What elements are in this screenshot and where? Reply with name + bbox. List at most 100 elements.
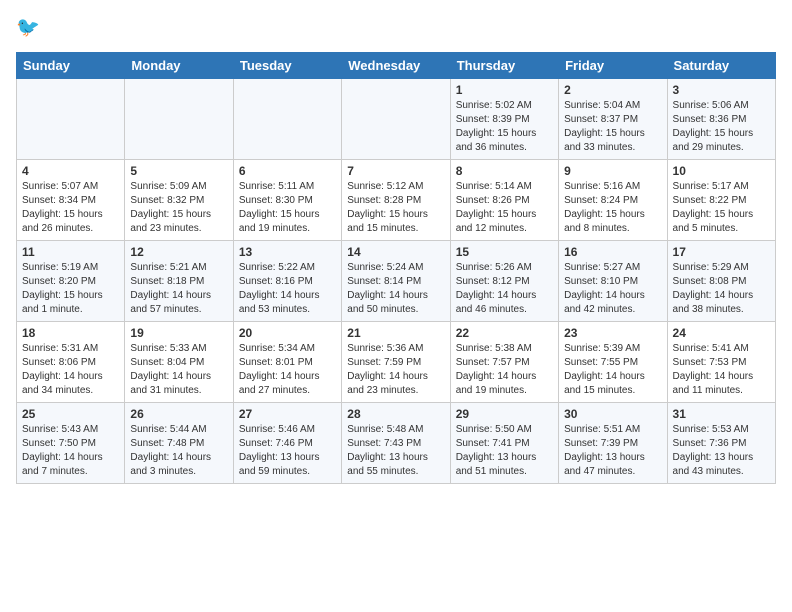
calendar-cell: 9 Sunrise: 5:16 AM Sunset: 8:24 PM Daylig… — [559, 160, 667, 241]
column-header-saturday: Saturday — [667, 53, 775, 79]
day-number: 13 — [239, 245, 336, 259]
calendar-cell — [17, 79, 125, 160]
day-number: 1 — [456, 83, 553, 97]
calendar-cell: 25 Sunrise: 5:43 AM Sunset: 7:50 PM Dayli… — [17, 403, 125, 484]
day-info: Sunrise: 5:26 AM Sunset: 8:12 PM Dayligh… — [456, 261, 553, 317]
calendar-cell: 21 Sunrise: 5:36 AM Sunset: 7:59 PM Dayli… — [342, 322, 450, 403]
day-info: Sunrise: 5:36 AM Sunset: 7:59 PM Dayligh… — [347, 342, 444, 398]
calendar-week-row: 25 Sunrise: 5:43 AM Sunset: 7:50 PM Dayli… — [17, 403, 776, 484]
page-header: 🐦 — [16, 16, 776, 44]
day-number: 15 — [456, 245, 553, 259]
day-info: Sunrise: 5:43 AM Sunset: 7:50 PM Dayligh… — [22, 423, 119, 479]
day-number: 24 — [673, 326, 770, 340]
calendar-week-row: 4 Sunrise: 5:07 AM Sunset: 8:34 PM Daylig… — [17, 160, 776, 241]
calendar-table: SundayMondayTuesdayWednesdayThursdayFrid… — [16, 52, 776, 484]
day-info: Sunrise: 5:07 AM Sunset: 8:34 PM Dayligh… — [22, 180, 119, 236]
day-info: Sunrise: 5:34 AM Sunset: 8:01 PM Dayligh… — [239, 342, 336, 398]
calendar-cell — [125, 79, 233, 160]
day-info: Sunrise: 5:53 AM Sunset: 7:36 PM Dayligh… — [673, 423, 770, 479]
calendar-cell: 6 Sunrise: 5:11 AM Sunset: 8:30 PM Daylig… — [233, 160, 341, 241]
calendar-cell: 14Sunrise: 5:24 AM Sunset: 8:14 PM Dayli… — [342, 241, 450, 322]
calendar-cell: 17Sunrise: 5:29 AM Sunset: 8:08 PM Dayli… — [667, 241, 775, 322]
calendar-cell — [233, 79, 341, 160]
calendar-cell: 22 Sunrise: 5:38 AM Sunset: 7:57 PM Dayli… — [450, 322, 558, 403]
day-info: Sunrise: 5:50 AM Sunset: 7:41 PM Dayligh… — [456, 423, 553, 479]
day-info: Sunrise: 5:17 AM Sunset: 8:22 PM Dayligh… — [673, 180, 770, 236]
day-number: 5 — [130, 164, 227, 178]
day-info: Sunrise: 5:06 AM Sunset: 8:36 PM Dayligh… — [673, 99, 770, 155]
day-info: Sunrise: 5:16 AM Sunset: 8:24 PM Dayligh… — [564, 180, 661, 236]
day-number: 31 — [673, 407, 770, 421]
calendar-cell: 18Sunrise: 5:31 AM Sunset: 8:06 PM Dayli… — [17, 322, 125, 403]
day-info: Sunrise: 5:02 AM Sunset: 8:39 PM Dayligh… — [456, 99, 553, 155]
calendar-cell: 23Sunrise: 5:39 AM Sunset: 7:55 PM Dayli… — [559, 322, 667, 403]
calendar-cell: 5 Sunrise: 5:09 AM Sunset: 8:32 PM Daylig… — [125, 160, 233, 241]
calendar-cell: 4 Sunrise: 5:07 AM Sunset: 8:34 PM Daylig… — [17, 160, 125, 241]
calendar-cell: 20Sunrise: 5:34 AM Sunset: 8:01 PM Dayli… — [233, 322, 341, 403]
calendar-cell: 7 Sunrise: 5:12 AM Sunset: 8:28 PM Daylig… — [342, 160, 450, 241]
calendar-cell: 11 Sunrise: 5:19 AM Sunset: 8:20 PM Dayli… — [17, 241, 125, 322]
day-info: Sunrise: 5:19 AM Sunset: 8:20 PM Dayligh… — [22, 261, 119, 317]
calendar-cell: 24 Sunrise: 5:41 AM Sunset: 7:53 PM Dayli… — [667, 322, 775, 403]
day-number: 22 — [456, 326, 553, 340]
day-info: Sunrise: 5:12 AM Sunset: 8:28 PM Dayligh… — [347, 180, 444, 236]
day-number: 28 — [347, 407, 444, 421]
day-info: Sunrise: 5:48 AM Sunset: 7:43 PM Dayligh… — [347, 423, 444, 479]
day-number: 7 — [347, 164, 444, 178]
calendar-cell: 16 Sunrise: 5:27 AM Sunset: 8:10 PM Dayli… — [559, 241, 667, 322]
day-info: Sunrise: 5:27 AM Sunset: 8:10 PM Dayligh… — [564, 261, 661, 317]
day-info: Sunrise: 5:41 AM Sunset: 7:53 PM Dayligh… — [673, 342, 770, 398]
day-info: Sunrise: 5:24 AM Sunset: 8:14 PM Dayligh… — [347, 261, 444, 317]
calendar-week-row: 11 Sunrise: 5:19 AM Sunset: 8:20 PM Dayli… — [17, 241, 776, 322]
column-header-tuesday: Tuesday — [233, 53, 341, 79]
day-info: Sunrise: 5:14 AM Sunset: 8:26 PM Dayligh… — [456, 180, 553, 236]
day-number: 26 — [130, 407, 227, 421]
day-number: 11 — [22, 245, 119, 259]
day-number: 18 — [22, 326, 119, 340]
day-number: 2 — [564, 83, 661, 97]
column-header-friday: Friday — [559, 53, 667, 79]
day-info: Sunrise: 5:21 AM Sunset: 8:18 PM Dayligh… — [130, 261, 227, 317]
calendar-cell — [342, 79, 450, 160]
calendar-cell: 29 Sunrise: 5:50 AM Sunset: 7:41 PM Dayli… — [450, 403, 558, 484]
calendar-cell: 10 Sunrise: 5:17 AM Sunset: 8:22 PM Dayli… — [667, 160, 775, 241]
day-info: Sunrise: 5:46 AM Sunset: 7:46 PM Dayligh… — [239, 423, 336, 479]
day-number: 19 — [130, 326, 227, 340]
day-info: Sunrise: 5:38 AM Sunset: 7:57 PM Dayligh… — [456, 342, 553, 398]
calendar-cell: 2Sunrise: 5:04 AM Sunset: 8:37 PM Daylig… — [559, 79, 667, 160]
day-number: 17 — [673, 245, 770, 259]
calendar-cell: 27Sunrise: 5:46 AM Sunset: 7:46 PM Dayli… — [233, 403, 341, 484]
calendar-cell: 3 Sunrise: 5:06 AM Sunset: 8:36 PM Daylig… — [667, 79, 775, 160]
day-number: 10 — [673, 164, 770, 178]
calendar-cell: 15 Sunrise: 5:26 AM Sunset: 8:12 PM Dayli… — [450, 241, 558, 322]
day-number: 6 — [239, 164, 336, 178]
calendar-header-row: SundayMondayTuesdayWednesdayThursdayFrid… — [17, 53, 776, 79]
calendar-cell: 8 Sunrise: 5:14 AM Sunset: 8:26 PM Daylig… — [450, 160, 558, 241]
calendar-cell: 30 Sunrise: 5:51 AM Sunset: 7:39 PM Dayli… — [559, 403, 667, 484]
day-info: Sunrise: 5:33 AM Sunset: 8:04 PM Dayligh… — [130, 342, 227, 398]
day-number: 9 — [564, 164, 661, 178]
calendar-cell: 26 Sunrise: 5:44 AM Sunset: 7:48 PM Dayli… — [125, 403, 233, 484]
day-number: 25 — [22, 407, 119, 421]
day-number: 16 — [564, 245, 661, 259]
column-header-wednesday: Wednesday — [342, 53, 450, 79]
logo: 🐦 — [16, 16, 48, 44]
calendar-week-row: 18Sunrise: 5:31 AM Sunset: 8:06 PM Dayli… — [17, 322, 776, 403]
day-number: 30 — [564, 407, 661, 421]
calendar-cell: 31 Sunrise: 5:53 AM Sunset: 7:36 PM Dayli… — [667, 403, 775, 484]
day-info: Sunrise: 5:51 AM Sunset: 7:39 PM Dayligh… — [564, 423, 661, 479]
day-number: 29 — [456, 407, 553, 421]
day-number: 21 — [347, 326, 444, 340]
day-number: 8 — [456, 164, 553, 178]
calendar-cell: 28 Sunrise: 5:48 AM Sunset: 7:43 PM Dayli… — [342, 403, 450, 484]
day-number: 4 — [22, 164, 119, 178]
day-number: 3 — [673, 83, 770, 97]
logo-icon: 🐦 — [16, 16, 44, 44]
day-info: Sunrise: 5:09 AM Sunset: 8:32 PM Dayligh… — [130, 180, 227, 236]
calendar-week-row: 1 Sunrise: 5:02 AM Sunset: 8:39 PM Daylig… — [17, 79, 776, 160]
day-info: Sunrise: 5:11 AM Sunset: 8:30 PM Dayligh… — [239, 180, 336, 236]
day-info: Sunrise: 5:39 AM Sunset: 7:55 PM Dayligh… — [564, 342, 661, 398]
day-info: Sunrise: 5:22 AM Sunset: 8:16 PM Dayligh… — [239, 261, 336, 317]
column-header-thursday: Thursday — [450, 53, 558, 79]
day-info: Sunrise: 5:44 AM Sunset: 7:48 PM Dayligh… — [130, 423, 227, 479]
